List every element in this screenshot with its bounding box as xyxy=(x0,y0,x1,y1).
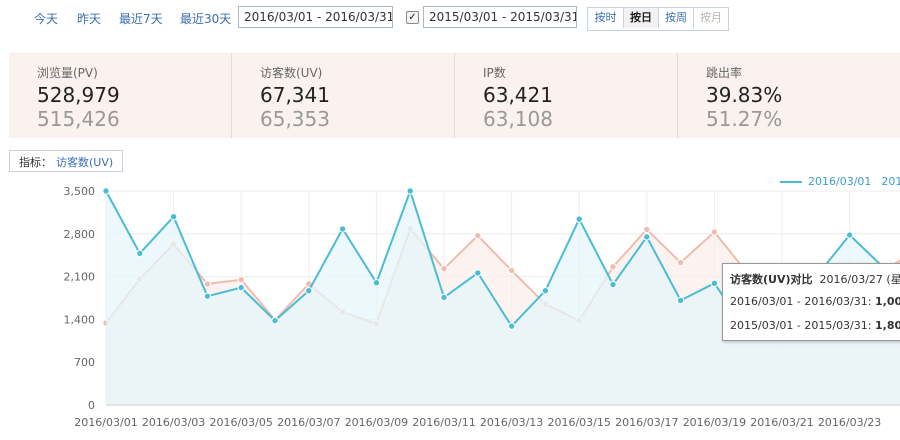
series-current-point xyxy=(203,292,212,300)
metric-previous-value: 515,426 xyxy=(37,107,120,131)
y-tick-label: 3,500 xyxy=(64,185,96,198)
series-compare-point xyxy=(474,231,482,240)
series-current-point xyxy=(406,187,414,195)
series-compare-point xyxy=(643,225,651,234)
tooltip-title-row: 访客数(UV)对比 2016/03/27 (星 xyxy=(730,271,900,287)
y-tick-label: 2,100 xyxy=(64,271,96,284)
series-compare-point xyxy=(507,266,516,275)
metric-previous-value: 63,108 xyxy=(483,107,553,131)
series-current-point xyxy=(271,316,279,325)
metric-previous-value: 65,353 xyxy=(260,107,330,131)
tooltip-date: 2016/03/27 (星 xyxy=(819,273,900,286)
x-tick-label: 2016/03/21 xyxy=(750,416,813,429)
series-current-point xyxy=(643,233,651,241)
x-tick-label: 2016/03/19 xyxy=(683,416,746,429)
granularity-day-button[interactable]: 按日 xyxy=(623,8,658,28)
metric-label: 访客数(UV) xyxy=(260,66,323,80)
quick-range-yesterday[interactable]: 昨天 xyxy=(77,10,101,27)
metric-current-value: 63,421 xyxy=(483,83,553,107)
y-tick-label: 1,400 xyxy=(64,313,96,326)
indicator-value[interactable]: 访客数(UV) xyxy=(56,156,113,169)
x-tick-label: 2016/03/09 xyxy=(345,416,408,429)
x-tick-label: 2016/03/15 xyxy=(547,416,610,429)
metric-label: 跳出率 xyxy=(706,66,743,80)
metric-current-value: 39.83% xyxy=(706,83,783,107)
compare-date-range-input[interactable]: 2015/03/01 - 2015/03/31 xyxy=(423,6,577,28)
tooltip-row-label: 2016/03/01 - 2016/03/31: xyxy=(730,295,872,308)
tooltip-row-compare: 2015/03/01 - 2015/03/31: 1,809 xyxy=(730,319,900,332)
tooltip-row-value: 1,809 xyxy=(874,319,900,332)
x-tick-label: 2016/03/13 xyxy=(480,416,543,429)
x-tick-label: 2016/03/07 xyxy=(277,416,340,429)
granularity-selector: 按时 按日 按周 按月 xyxy=(587,7,729,31)
x-tick-label: 2016/03/01 xyxy=(74,416,137,429)
metric-previous-value: 51.27% xyxy=(706,107,783,131)
compare-checkbox[interactable]: ✓ xyxy=(406,11,419,24)
series-current-point xyxy=(102,187,110,195)
indicator-selector[interactable]: 指标： 访客数(UV) xyxy=(9,150,124,172)
metric-ip: IP数 63,421 63,108 xyxy=(454,53,677,138)
series-current-point xyxy=(372,279,381,287)
series-current-point xyxy=(338,225,347,233)
checkmark-icon: ✓ xyxy=(408,12,417,23)
granularity-month-button: 按月 xyxy=(693,8,728,28)
series-current-point xyxy=(136,249,144,258)
series-current-point xyxy=(676,296,685,305)
tooltip-row-current: 2016/03/01 - 2016/03/31: 1,007 xyxy=(730,295,900,308)
x-tick-label: 2016/03/05 xyxy=(209,416,272,429)
y-tick-label: 700 xyxy=(74,356,95,369)
series-current-point xyxy=(474,269,482,277)
granularity-week-button[interactable]: 按周 xyxy=(658,8,693,28)
metric-current-value: 528,979 xyxy=(37,83,120,107)
toolbar: 今天 昨天 最近7天 最近30天 2016/03/01 - 2016/03/31… xyxy=(0,6,900,31)
series-current-point xyxy=(710,279,719,288)
x-tick-label: 2016/03/23 xyxy=(818,416,881,429)
series-compare-point xyxy=(676,258,685,267)
granularity-hour-button[interactable]: 按时 xyxy=(588,8,623,28)
metric-label: IP数 xyxy=(483,66,506,80)
series-current-point xyxy=(541,286,550,295)
series-current-point xyxy=(609,280,617,289)
quick-range-last-7-days[interactable]: 最近7天 xyxy=(119,10,163,27)
series-current-point xyxy=(169,212,178,221)
series-compare-point xyxy=(609,263,617,271)
series-current-point xyxy=(440,293,448,302)
tooltip-row-value: 1,007 xyxy=(874,295,900,308)
quick-range-today[interactable]: 今天 xyxy=(34,10,58,27)
current-date-range-input[interactable]: 2016/03/01 - 2016/03/31 xyxy=(238,6,393,28)
series-compare-point xyxy=(710,228,719,236)
y-tick-label: 2,800 xyxy=(64,228,96,241)
series-current-point xyxy=(507,322,516,330)
series-compare-point xyxy=(203,280,212,288)
x-tick-label: 2016/03/17 xyxy=(615,416,678,429)
metrics-summary: 浏览量(PV) 528,979 515,426 访客数(UV) 67,341 6… xyxy=(9,53,900,138)
series-compare-point xyxy=(237,275,245,284)
y-tick-label: 0 xyxy=(88,399,95,412)
metric-pv: 浏览量(PV) 528,979 515,426 xyxy=(9,53,231,138)
series-current-point xyxy=(305,286,313,295)
tooltip-row-label: 2015/03/01 - 2015/03/31: xyxy=(730,319,872,332)
quick-range-last-30-days[interactable]: 最近30天 xyxy=(180,10,231,27)
x-tick-label: 2016/03/03 xyxy=(142,416,205,429)
tooltip-title: 访客数(UV)对比 xyxy=(730,273,813,286)
chart-tooltip: 访客数(UV)对比 2016/03/27 (星 2016/03/01 - 201… xyxy=(722,263,900,341)
indicator-label: 指标： xyxy=(19,156,52,169)
series-current-point xyxy=(845,231,854,239)
series-current-point xyxy=(575,215,583,223)
metric-uv: 访客数(UV) 67,341 65,353 xyxy=(231,53,454,138)
x-tick-label: 2016/03/11 xyxy=(412,416,475,429)
series-compare-point xyxy=(440,264,448,273)
metric-bounce-rate: 跳出率 39.83% 51.27% xyxy=(677,53,900,138)
metric-current-value: 67,341 xyxy=(260,83,330,107)
series-current-point xyxy=(237,283,245,292)
metric-label: 浏览量(PV) xyxy=(37,66,98,80)
